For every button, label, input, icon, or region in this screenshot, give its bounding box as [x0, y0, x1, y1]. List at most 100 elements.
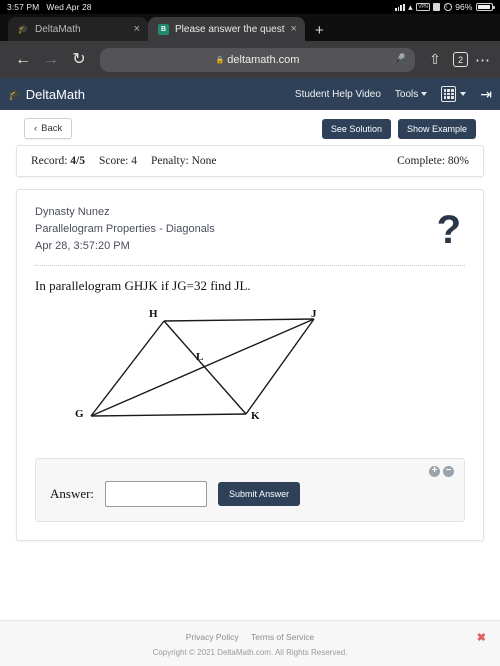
- complete-value: 80%: [447, 155, 469, 167]
- reload-icon[interactable]: ↻: [65, 51, 93, 68]
- question-card: ? Dynasty Nunez Parallelogram Properties…: [16, 189, 484, 542]
- back-button[interactable]: ‹ Back: [24, 118, 73, 139]
- do-not-disturb-icon: ☾: [443, 3, 452, 11]
- calculator-icon[interactable]: [441, 86, 457, 102]
- complete-label: Complete:: [397, 155, 446, 167]
- answer-row: Answer: Submit Answer: [50, 481, 450, 508]
- close-icon[interactable]: ✖: [477, 631, 486, 644]
- assignment-name: Parallelogram Properties - Diagonals: [35, 223, 215, 236]
- url-text: deltamath.com: [227, 53, 300, 66]
- arrow-right-icon[interactable]: →: [37, 51, 65, 68]
- screen: 3:57 PM Wed Apr 28 ▴ VPN ☾ 96% 🎓 DeltaMa…: [0, 0, 500, 666]
- page-footer: Privacy Policy Terms of Service Copyrigh…: [0, 620, 500, 666]
- page-body: ‹ Back See Solution Show Example Record:…: [0, 110, 500, 542]
- zoom-in-button[interactable]: +: [429, 466, 440, 478]
- submit-answer-button[interactable]: Submit Answer: [218, 482, 301, 507]
- parallelogram-figure: H J K G L: [35, 298, 465, 448]
- penalty-label: Penalty:: [151, 155, 189, 167]
- status-time: 3:57 PM: [7, 2, 40, 12]
- control-row: ‹ Back See Solution Show Example: [0, 110, 500, 145]
- close-icon[interactable]: ×: [134, 23, 140, 35]
- tools-dropdown[interactable]: Tools: [394, 88, 428, 100]
- chevron-left-icon: ‹: [34, 123, 38, 134]
- rotation-lock-icon: [433, 3, 441, 11]
- score-stat: Score: 4: [99, 155, 137, 167]
- student-name: Dynasty Nunez: [35, 206, 110, 218]
- tab-title: DeltaMath: [35, 23, 81, 35]
- back-label: Back: [41, 123, 63, 134]
- figure-edge-GJ: [90, 318, 315, 417]
- chevron-down-icon: [421, 92, 428, 96]
- tab-count-button[interactable]: 2: [453, 52, 468, 67]
- url-bar[interactable]: 🔒 deltamath.com 🎤: [100, 47, 415, 72]
- record-stat: Record: 4/5: [31, 155, 85, 167]
- arrow-left-icon[interactable]: ←: [9, 51, 37, 68]
- new-tab-button[interactable]: +: [315, 23, 324, 38]
- figure-zoom-controls: + −: [429, 466, 454, 478]
- browser-tab-deltamath[interactable]: 🎓 DeltaMath ×: [8, 17, 148, 41]
- show-example-button[interactable]: Show Example: [397, 118, 476, 139]
- browser-tab-strip: 🎓 DeltaMath × B Please answer the quest …: [0, 14, 500, 41]
- score-label: Score:: [98, 155, 129, 167]
- record-value: 4/5: [70, 155, 85, 167]
- record-label: Record:: [31, 155, 68, 167]
- question-prompt: In parallelogram GHJK if JG=32 find JL.: [35, 278, 251, 294]
- brand-label: DeltaMath: [25, 86, 85, 102]
- vertex-label-J: J: [311, 308, 317, 321]
- wifi-icon: ▴: [408, 1, 413, 12]
- footer-links: Privacy Policy Terms of Service: [0, 632, 500, 642]
- logout-icon[interactable]: ⇥: [480, 86, 492, 103]
- chevron-down-icon[interactable]: [460, 92, 467, 96]
- microphone-icon[interactable]: 🎤: [392, 53, 406, 66]
- figure-edge-GH: [90, 320, 165, 417]
- question-mark-icon[interactable]: ?: [437, 210, 461, 250]
- copyright-text: Copyright © 2021 DeltaMath.com. All Righ…: [152, 648, 348, 657]
- vertex-label-H: H: [149, 308, 158, 321]
- penalty-value: None: [191, 155, 217, 167]
- record-bar: Record: 4/5 Score: 4 Penalty: None Compl…: [16, 145, 484, 177]
- vpn-badge-icon: VPN: [416, 3, 430, 11]
- figure-edge-HJ: [163, 318, 315, 322]
- tools-label: Tools: [394, 88, 419, 100]
- status-indicators: ▴ VPN ☾ 96%: [395, 1, 495, 12]
- penalty-stat: Penalty: None: [151, 155, 217, 167]
- deltamath-cap-icon: 🎓: [17, 23, 30, 34]
- vertex-label-G: G: [75, 408, 84, 421]
- see-solution-button[interactable]: See Solution: [321, 118, 391, 139]
- terms-of-service-link[interactable]: Terms of Service: [251, 632, 314, 642]
- answer-box: + − Answer: Submit Answer: [35, 458, 465, 523]
- figure-edge-KG: [90, 413, 247, 417]
- tab-title: Please answer the quest: [175, 23, 285, 35]
- battery-icon: [476, 2, 495, 12]
- solution-buttons: See Solution Show Example: [321, 118, 476, 139]
- lock-icon: 🔒: [215, 56, 225, 64]
- browser-tab-brainly[interactable]: B Please answer the quest ×: [148, 17, 305, 41]
- navbar-actions: Student Help Video Tools ⇥: [295, 86, 492, 103]
- browser-toolbar: ← → ↻ 🔒 deltamath.com 🎤 ⇧ 2 ⋯: [0, 41, 500, 78]
- calculator-group[interactable]: [441, 86, 467, 102]
- brainly-icon: B: [158, 23, 169, 35]
- share-icon[interactable]: ⇧: [422, 51, 448, 68]
- close-icon[interactable]: ×: [291, 23, 297, 35]
- deltamath-navbar: 🎓 DeltaMath Student Help Video Tools ⇥: [0, 78, 500, 110]
- ios-status-bar: 3:57 PM Wed Apr 28 ▴ VPN ☾ 96%: [0, 0, 500, 14]
- zoom-out-button[interactable]: −: [443, 466, 454, 478]
- figure-edge-HK: [163, 320, 247, 415]
- student-help-video-link[interactable]: Student Help Video: [295, 89, 381, 100]
- more-dots-icon[interactable]: ⋯: [473, 51, 491, 69]
- cellular-bars-icon: [395, 3, 405, 11]
- question-timestamp: Apr 28, 3:57:20 PM: [35, 240, 130, 253]
- graduation-cap-icon: 🎓: [8, 88, 22, 101]
- divider: [35, 265, 465, 267]
- answer-input[interactable]: [105, 481, 208, 508]
- answer-label: Answer:: [50, 486, 95, 502]
- vertex-label-L: L: [196, 351, 204, 364]
- status-date: Wed Apr 28: [46, 2, 92, 12]
- score-value: 4: [131, 155, 137, 167]
- vertex-label-K: K: [251, 410, 260, 423]
- brand-logo[interactable]: 🎓 DeltaMath: [8, 87, 85, 102]
- question-meta: Dynasty Nunez Parallelogram Properties -…: [35, 204, 465, 255]
- figure-svg: [90, 318, 315, 417]
- battery-percent: 96%: [455, 2, 473, 12]
- privacy-policy-link[interactable]: Privacy Policy: [186, 632, 239, 642]
